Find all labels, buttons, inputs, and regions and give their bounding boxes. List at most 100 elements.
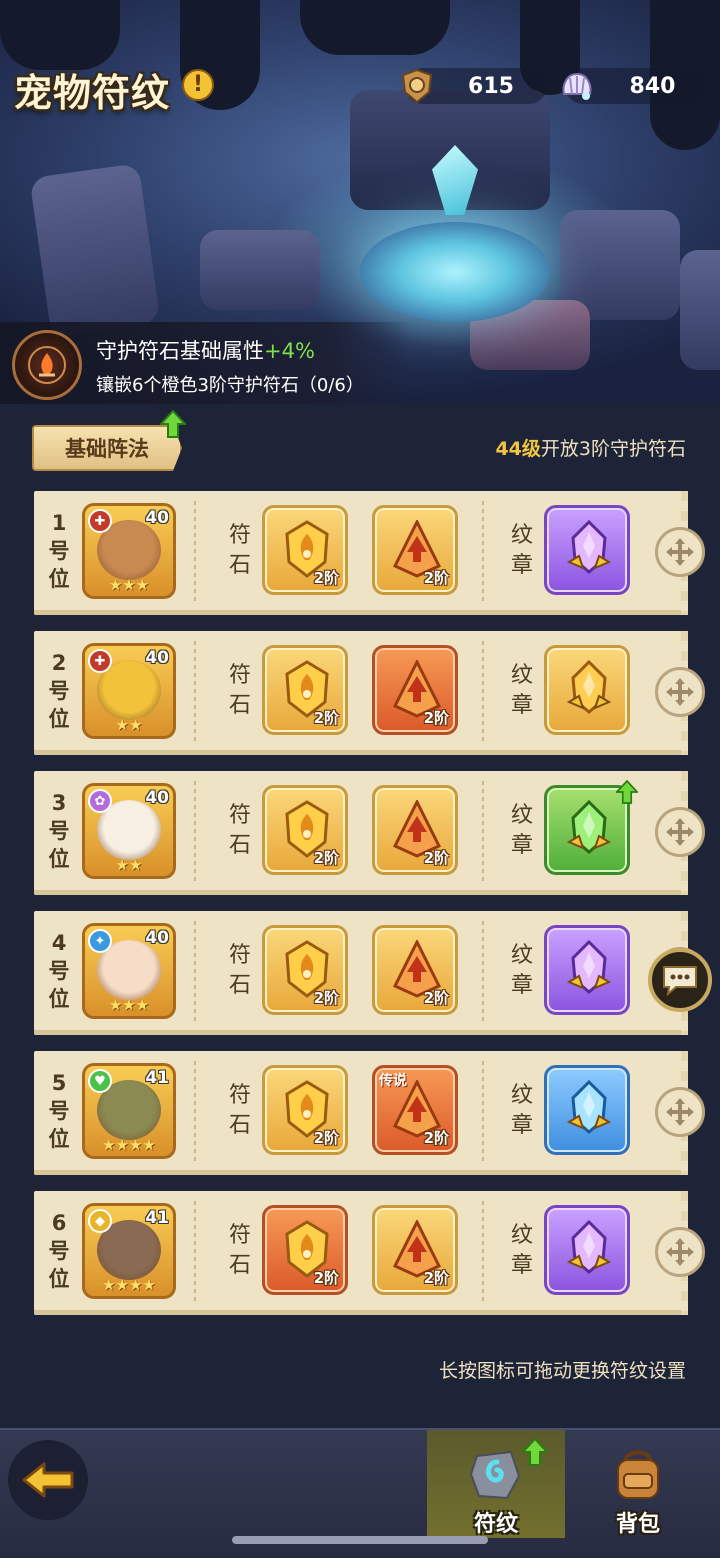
shield-token-icon — [399, 68, 435, 104]
emblem-label: 纹章 — [510, 943, 533, 998]
slot-position: 6号位 — [48, 1211, 70, 1291]
rune-label: 符石 — [228, 523, 251, 578]
row-divider — [194, 1201, 196, 1305]
chat-icon — [663, 966, 697, 997]
slot-position: 1号位 — [48, 511, 70, 591]
pet-level: 41 — [145, 1208, 169, 1228]
chat-bubble-button[interactable] — [648, 948, 712, 1012]
green-emblem-icon — [566, 800, 612, 854]
legendary-tag: 传说 — [379, 1073, 407, 1089]
unlock-level: 44级 — [495, 438, 541, 460]
rune-slot-1[interactable]: 2阶 — [262, 645, 348, 735]
rune-slot-1[interactable]: 2阶 — [262, 925, 348, 1015]
rune-slot-2[interactable]: 2阶 — [372, 925, 458, 1015]
slot-row: 5号位 ♥ 41 ★★★★ 符石 2阶 传说 2阶 纹章 — [34, 1051, 688, 1175]
unlock-text: 开放3阶守护符石 — [540, 438, 686, 460]
emblem-label: 纹章 — [510, 803, 533, 858]
row-divider — [194, 501, 196, 605]
pet-avatar[interactable]: ✿ 40 ★★ — [82, 783, 176, 879]
pet-avatar[interactable]: ♥ 41 ★★★★ — [82, 1063, 176, 1159]
upgrade-arrow-icon — [160, 410, 186, 438]
rune-slot-2[interactable]: 2阶 — [372, 1205, 458, 1295]
flame-rune-icon — [12, 330, 82, 400]
rune-tier: 2阶 — [313, 849, 339, 867]
purple-emblem-icon — [566, 1220, 612, 1274]
standing-stone — [29, 163, 161, 337]
drag-move-button[interactable] — [655, 1087, 705, 1137]
rune-slot-1[interactable]: 2阶 — [262, 1065, 348, 1155]
drag-move-button[interactable] — [655, 527, 705, 577]
row-divider — [482, 641, 484, 745]
unlock-hint: 44级开放3阶守护符石 — [495, 434, 686, 461]
pet-avatar[interactable]: ✦ 40 ★★★ — [82, 923, 176, 1019]
set-bonus-title: 守护符石基础属性+4% — [96, 335, 315, 365]
standing-stone — [680, 250, 720, 370]
drag-move-button[interactable] — [655, 807, 705, 857]
nav-tab-bag[interactable]: 背包 — [588, 1448, 688, 1538]
slot-position: 5号位 — [48, 1071, 70, 1151]
info-icon[interactable]: ! — [182, 69, 214, 101]
emblem-label: 纹章 — [510, 1083, 533, 1138]
slot-position: 4号位 — [48, 931, 70, 1011]
pet-stars: ★★★★ — [102, 1136, 156, 1154]
emblem-label: 纹章 — [510, 523, 533, 578]
row-divider — [482, 501, 484, 605]
move-arrows-icon — [666, 818, 694, 846]
drag-move-button[interactable] — [655, 667, 705, 717]
currency-shield-token[interactable]: 615 — [401, 68, 547, 104]
page-title: 宠物符纹 — [14, 71, 171, 115]
backpack-icon — [617, 1450, 659, 1499]
emblem-label: 纹章 — [510, 1223, 533, 1278]
row-divider — [482, 1061, 484, 1165]
pet-role-icon: ✚ — [88, 649, 112, 673]
pet-level: 41 — [145, 1068, 169, 1088]
blue-emblem-icon — [566, 1080, 612, 1134]
currency-value: 615 — [468, 73, 514, 99]
upgrade-arrow-icon — [616, 780, 638, 804]
rune-slot-2[interactable]: 2阶 — [372, 505, 458, 595]
currency-shell[interactable]: 840 — [562, 68, 710, 104]
move-arrows-icon — [666, 678, 694, 706]
pet-avatar[interactable]: ✚ 40 ★★★ — [82, 503, 176, 599]
rune-tier: 2阶 — [313, 989, 339, 1007]
rune-slot-1[interactable]: 2阶 — [262, 1205, 348, 1295]
row-divider — [194, 641, 196, 745]
nav-label: 背包 — [615, 1512, 660, 1537]
rune-slot-2[interactable]: 传说 2阶 — [372, 1065, 458, 1155]
move-arrows-icon — [666, 538, 694, 566]
pet-stars: ★★★ — [108, 576, 150, 594]
pet-level: 40 — [145, 928, 169, 948]
rune-tier: 2阶 — [423, 1269, 449, 1287]
emblem-slot[interactable] — [544, 505, 630, 595]
pet-avatar[interactable]: ◆ 41 ★★★★ — [82, 1203, 176, 1299]
emblem-slot[interactable] — [544, 645, 630, 735]
tab-label: 基础阵法 — [65, 437, 149, 461]
drag-move-button[interactable] — [655, 1227, 705, 1277]
rune-label: 符石 — [228, 943, 251, 998]
pet-avatar[interactable]: ✚ 40 ★★ — [82, 643, 176, 739]
set-bonus-value: +4% — [264, 339, 315, 363]
row-divider — [194, 1061, 196, 1165]
cave-drip — [300, 0, 450, 55]
back-button[interactable] — [8, 1440, 88, 1520]
rune-slot-2[interactable]: 2阶 — [372, 785, 458, 875]
emblem-label: 纹章 — [510, 663, 533, 718]
rune-slot-2[interactable]: 2阶 — [372, 645, 458, 735]
rune-slot-1[interactable]: 2阶 — [262, 505, 348, 595]
pet-stars: ★★★ — [108, 996, 150, 1014]
gold-emblem-icon — [566, 660, 612, 714]
rune-slot-1[interactable]: 2阶 — [262, 785, 348, 875]
row-divider — [194, 921, 196, 1025]
slot-row: 6号位 ◆ 41 ★★★★ 符石 2阶 2阶 纹章 — [34, 1191, 688, 1315]
upgrade-arrow-icon — [522, 1438, 548, 1466]
shell-icon — [559, 68, 595, 104]
emblem-slot[interactable] — [544, 1205, 630, 1295]
slot-row: 3号位 ✿ 40 ★★ 符石 2阶 2阶 纹章 — [34, 771, 688, 895]
row-divider — [194, 781, 196, 885]
emblem-slot[interactable] — [544, 925, 630, 1015]
standing-stone — [200, 230, 320, 310]
row-divider — [482, 921, 484, 1025]
row-divider — [482, 1201, 484, 1305]
rune-tier: 2阶 — [423, 989, 449, 1007]
emblem-slot[interactable] — [544, 1065, 630, 1155]
